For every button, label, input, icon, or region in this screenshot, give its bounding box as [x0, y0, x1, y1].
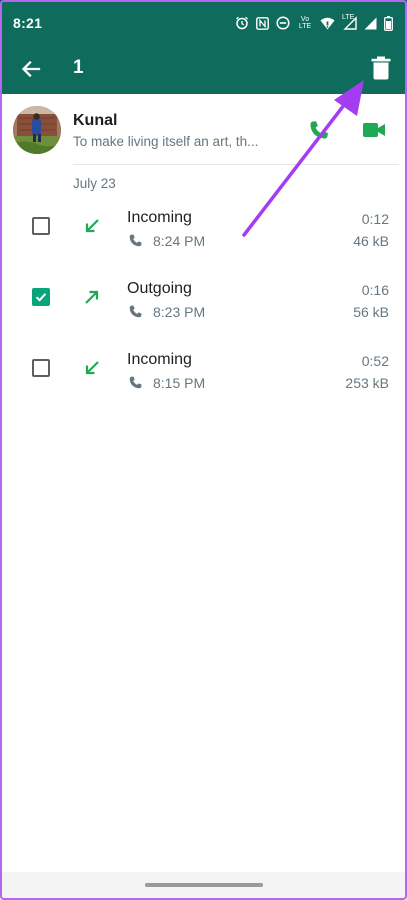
- trash-icon[interactable]: [370, 55, 392, 81]
- call-row[interactable]: Incoming 8:15 PM 0:52 253 kB: [0, 342, 407, 412]
- wifi-icon: [320, 17, 335, 29]
- status-icons: Vo LTE LTE: [235, 14, 393, 32]
- call-type: Incoming: [127, 351, 192, 368]
- battery-icon: [384, 15, 393, 31]
- alarm-icon: [236, 16, 248, 30]
- phone-small-icon: [129, 234, 142, 247]
- phone-icon[interactable]: [308, 119, 330, 141]
- phone-small-icon: [129, 305, 142, 318]
- do-not-disturb-icon: [276, 16, 290, 30]
- call-time: 8:15 PM: [153, 375, 206, 391]
- selected-count: 1: [73, 57, 84, 78]
- call-checkbox[interactable]: [32, 359, 50, 377]
- date-header: July 23: [73, 176, 116, 191]
- status-time: 8:21: [13, 15, 43, 31]
- call-size: 56 kB: [353, 304, 389, 320]
- status-bar: 8:21 Vo LTE LTE: [0, 0, 407, 44]
- navigation-bar: [0, 872, 407, 900]
- nfc-icon: [256, 16, 269, 30]
- selection-app-bar: 1: [0, 44, 407, 94]
- check-icon: [35, 293, 47, 302]
- phone-small-icon: [129, 376, 142, 389]
- incoming-call-arrow-icon: [85, 219, 99, 233]
- contact-header[interactable]: Kunal To make living itself an art, th..…: [0, 94, 407, 164]
- arrow-left-icon[interactable]: [18, 56, 44, 82]
- home-gesture-handle[interactable]: [145, 883, 263, 887]
- call-row[interactable]: Incoming 8:24 PM 0:12 46 kB: [0, 200, 407, 270]
- call-row[interactable]: Outgoing 8:23 PM 0:16 56 kB: [0, 271, 407, 341]
- call-type: Incoming: [127, 209, 192, 226]
- contact-name: Kunal: [73, 112, 118, 129]
- call-duration: 0:52: [361, 353, 389, 369]
- avatar[interactable]: [13, 106, 61, 154]
- contact-status: To make living itself an art, th...: [73, 134, 259, 149]
- video-camera-icon[interactable]: [362, 120, 386, 140]
- call-duration: 0:12: [361, 211, 389, 227]
- call-time: 8:23 PM: [153, 304, 206, 320]
- call-checkbox[interactable]: [32, 217, 50, 235]
- call-checkbox-checked[interactable]: [32, 288, 50, 306]
- call-type: Outgoing: [127, 280, 192, 297]
- incoming-call-arrow-icon: [85, 361, 99, 375]
- call-duration: 0:16: [361, 282, 389, 298]
- signal-icon: [364, 17, 377, 29]
- call-size: 46 kB: [353, 233, 389, 249]
- lte-signal-icon: LTE: [342, 14, 357, 30]
- volte-icon: Vo LTE: [298, 16, 312, 30]
- call-size: 253 kB: [345, 375, 389, 391]
- contact-divider: [73, 164, 399, 165]
- call-time: 8:24 PM: [153, 233, 206, 249]
- outgoing-call-arrow-icon: [85, 290, 99, 304]
